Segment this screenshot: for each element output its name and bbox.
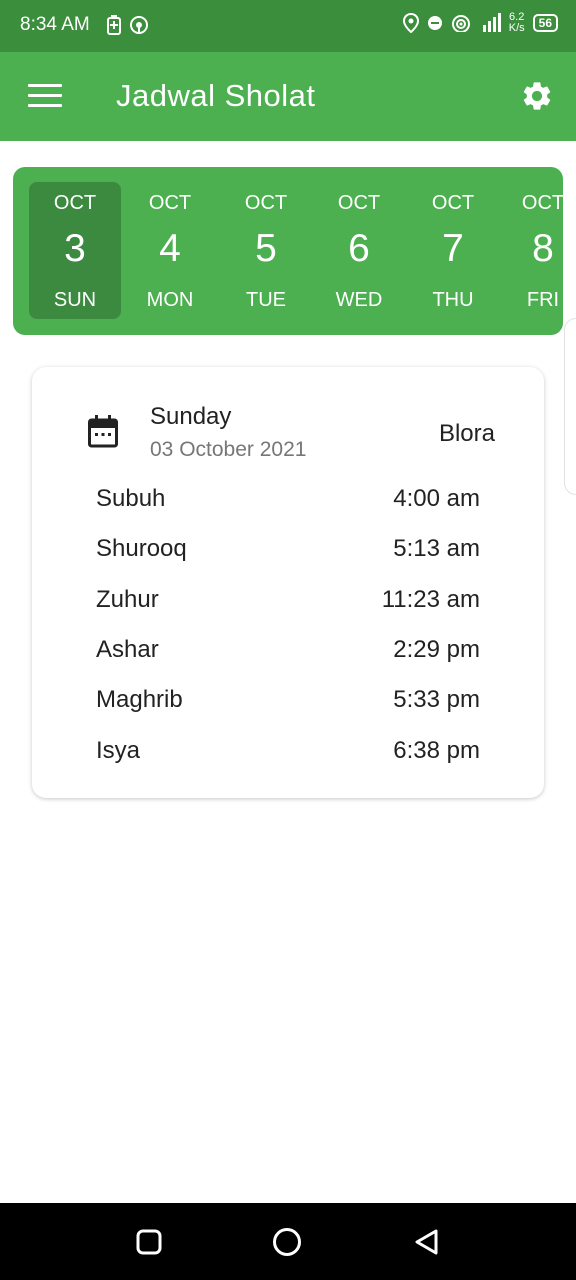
prayer-name: Shurooq: [96, 535, 187, 562]
date-weekday: MON: [146, 289, 194, 311]
app-bar: Jadwal Sholat: [0, 52, 576, 141]
do-not-disturb-icon: [427, 16, 442, 30]
date-month: OCT: [53, 192, 97, 214]
date-weekday: SUN: [53, 289, 97, 311]
prayer-time: 6:38 pm: [393, 737, 480, 764]
back-icon[interactable]: [413, 1228, 441, 1256]
date-month: OCT: [244, 192, 288, 214]
system-nav-bar: [0, 1203, 576, 1280]
prayer-times-card: Sunday 03 October 2021 Blora Subuh 4:00 …: [32, 367, 544, 798]
prayer-time: 5:13 am: [393, 535, 480, 562]
prayer-name: Isya: [96, 737, 141, 764]
hamburger-menu-icon[interactable]: [28, 84, 62, 108]
location-icon: [402, 13, 419, 33]
prayer-row-isya: Isya 6:38 pm: [96, 737, 480, 777]
date-day: 6: [348, 227, 370, 270]
date-day: 4: [159, 227, 181, 270]
date-item-oct-5[interactable]: OCT 5 TUE: [220, 182, 312, 319]
selected-date: 03 October 2021: [150, 438, 307, 461]
gear-icon[interactable]: [520, 79, 554, 113]
date-day: 5: [255, 227, 277, 270]
status-time: 8:34 AM: [20, 14, 90, 35]
side-panel-edge[interactable]: [564, 318, 576, 495]
prayer-name: Maghrib: [96, 686, 183, 713]
calendar-icon: [88, 415, 118, 448]
prayer-row-zuhur: Zuhur 11:23 am: [96, 586, 480, 626]
recents-icon[interactable]: [136, 1229, 162, 1255]
prayer-name: Subuh: [96, 485, 166, 512]
prayer-time: 5:33 pm: [393, 686, 480, 713]
home-icon[interactable]: [272, 1227, 302, 1257]
date-weekday: FRI: [526, 289, 560, 311]
date-item-oct-7[interactable]: OCT 7 THU: [407, 182, 499, 319]
status-left-icons: [107, 15, 149, 35]
prayer-row-ashar: Ashar 2:29 pm: [96, 636, 480, 676]
status-bar: 8:34 AM 6.2 K/s 56: [0, 0, 576, 52]
prayer-name: Zuhur: [96, 586, 159, 613]
prayer-time: 11:23 am: [381, 586, 480, 613]
prayer-row-maghrib: Maghrib 5:33 pm: [96, 686, 480, 726]
prayer-time: 2:29 pm: [393, 636, 480, 663]
date-day: 8: [532, 227, 554, 270]
date-weekday: THU: [432, 289, 474, 311]
battery-indicator: 56: [532, 14, 558, 32]
date-month: OCT: [337, 192, 381, 214]
battery-saver-icon: [107, 15, 121, 35]
prayer-row-subuh: Subuh 4:00 am: [96, 485, 480, 525]
prayer-row-shurooq: Shurooq 5:13 am: [96, 535, 480, 575]
date-item-oct-3[interactable]: OCT 3 SUN: [29, 182, 121, 319]
status-right-icons: 6.2 K/s 56: [402, 12, 558, 34]
date-item-oct-6[interactable]: OCT 6 WED: [313, 182, 405, 319]
date-weekday: TUE: [246, 289, 286, 311]
date-month: OCT: [521, 192, 563, 214]
date-day: 3: [64, 227, 86, 270]
date-strip: OCT 3 SUN OCT 4 MON OCT 5 TUE OCT 6 WED …: [13, 167, 563, 335]
app-title: Jadwal Sholat: [116, 78, 316, 113]
signal-icon: [482, 13, 501, 32]
date-item-oct-8[interactable]: OCT 8 FRI: [497, 182, 563, 319]
selected-day-name: Sunday: [150, 403, 232, 430]
wifi-icon: [451, 15, 470, 32]
date-month: OCT: [431, 192, 475, 214]
network-speed-unit: K/s: [508, 22, 525, 34]
prayer-name: Ashar: [96, 636, 159, 663]
date-day: 7: [442, 227, 464, 270]
prayer-time: 4:00 am: [393, 485, 480, 512]
network-speed: 6.2 K/s: [509, 12, 525, 34]
date-month: OCT: [148, 192, 192, 214]
city-label[interactable]: Blora: [439, 420, 495, 448]
hotspot-icon: [130, 16, 148, 34]
date-item-oct-4[interactable]: OCT 4 MON: [124, 182, 216, 319]
date-weekday: WED: [335, 289, 383, 311]
